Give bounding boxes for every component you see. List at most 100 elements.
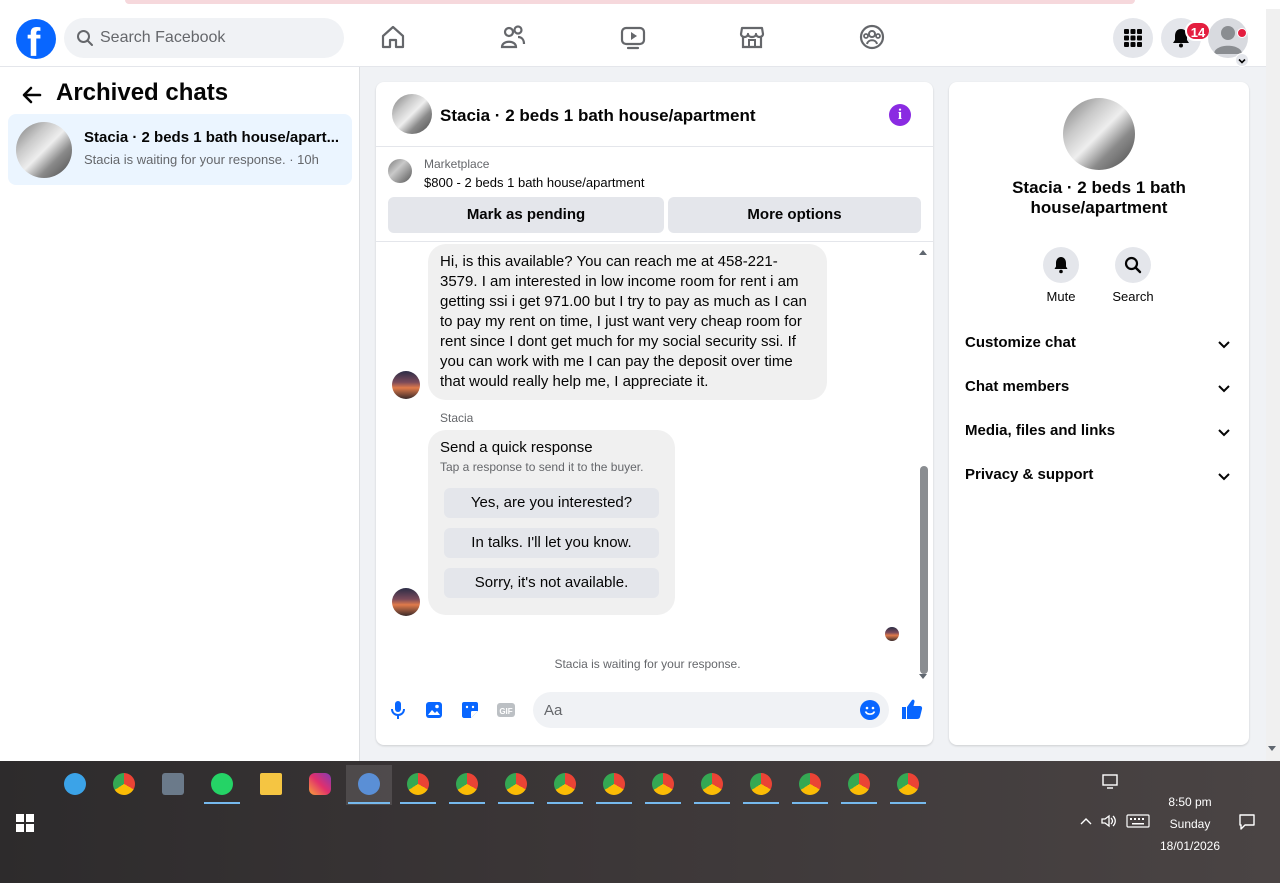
conversation-avatar[interactable] bbox=[392, 94, 432, 134]
mute-button[interactable]: Mute bbox=[1031, 247, 1091, 304]
listing-thumbnail[interactable] bbox=[388, 159, 412, 183]
archived-chats-panel: Archived chats Stacia · 2 beds 1 bath ho… bbox=[0, 67, 360, 761]
taskbar-app-chrome[interactable] bbox=[104, 765, 144, 805]
taskbar-app-active[interactable] bbox=[346, 765, 392, 805]
thumbs-up-icon[interactable] bbox=[900, 697, 924, 721]
taskbar-app-calculator[interactable] bbox=[153, 765, 193, 805]
clock-time: 8:50 pm bbox=[1168, 795, 1212, 809]
browser-tab-strip bbox=[125, 0, 1135, 4]
taskbar-app-chrome-profile[interactable] bbox=[790, 765, 830, 805]
page-scroll-down-arrow-icon[interactable] bbox=[1268, 746, 1276, 751]
customize-chat-row[interactable]: Customize chat bbox=[957, 322, 1241, 366]
microphone-icon[interactable] bbox=[387, 699, 409, 721]
clock-day: Sunday bbox=[1169, 817, 1211, 831]
sender-avatar[interactable] bbox=[392, 588, 420, 616]
marketplace-icon[interactable] bbox=[738, 23, 766, 51]
grid-icon bbox=[1124, 29, 1142, 47]
taskbar-app-chrome-profile[interactable] bbox=[839, 765, 879, 805]
chevron-down-icon bbox=[1218, 429, 1230, 437]
taskbar-app-whatsapp[interactable] bbox=[202, 765, 242, 805]
quick-reply-button[interactable]: In talks. I'll let you know. bbox=[444, 528, 659, 558]
section-label: Chat members bbox=[965, 378, 1070, 395]
taskbar-app-chrome-profile[interactable] bbox=[692, 765, 732, 805]
mute-label: Mute bbox=[1046, 289, 1076, 304]
taskbar-app-chrome-profile[interactable] bbox=[398, 765, 438, 805]
chat-avatar bbox=[16, 122, 72, 178]
quick-response-title: Send a quick response bbox=[440, 439, 593, 456]
message-composer: GIF bbox=[376, 677, 933, 745]
more-options-button[interactable]: More options bbox=[668, 197, 921, 233]
taskbar-app-chrome-profile[interactable] bbox=[643, 765, 683, 805]
search-label: Search bbox=[1112, 289, 1154, 304]
volume-icon[interactable] bbox=[1100, 814, 1118, 828]
facebook-logo[interactable]: f bbox=[16, 19, 56, 65]
message-input[interactable] bbox=[533, 692, 889, 728]
emoji-icon[interactable] bbox=[860, 700, 880, 720]
message-area: Hi, is this available? You can reach me … bbox=[376, 242, 933, 679]
page-scrollbar[interactable] bbox=[1266, 9, 1280, 761]
conversation-details-panel: Stacia · 2 beds 1 bath house/apartment M… bbox=[949, 82, 1249, 745]
details-avatar[interactable] bbox=[1063, 98, 1135, 170]
chat-preview: Stacia is waiting for your response. · 1… bbox=[84, 152, 319, 167]
taskbar-app-chrome-profile[interactable] bbox=[447, 765, 487, 805]
search-in-chat-button[interactable]: Search bbox=[1103, 247, 1163, 304]
video-icon[interactable] bbox=[619, 23, 647, 51]
conversation-header: Stacia · 2 beds 1 bath house/apartment i bbox=[376, 82, 933, 147]
seen-indicator-avatar bbox=[885, 627, 899, 641]
friends-icon[interactable] bbox=[499, 23, 527, 51]
sender-name: Stacia bbox=[440, 411, 474, 425]
search-input[interactable] bbox=[100, 18, 330, 58]
browser-strip bbox=[0, 0, 1280, 9]
page-title: Archived chats bbox=[56, 79, 229, 106]
section-label: Media, files and links bbox=[965, 422, 1116, 439]
profile-menu-chevron[interactable] bbox=[1235, 53, 1249, 67]
privacy-support-row[interactable]: Privacy & support bbox=[957, 454, 1241, 498]
menu-grid-button[interactable] bbox=[1113, 18, 1153, 58]
taskbar-app-chrome-profile[interactable] bbox=[594, 765, 634, 805]
quick-response-card: Send a quick response Tap a response to … bbox=[428, 430, 675, 615]
taskbar-app-chrome-profile[interactable] bbox=[741, 765, 781, 805]
info-icon[interactable]: i bbox=[889, 104, 911, 126]
gif-icon[interactable]: GIF bbox=[495, 699, 517, 721]
taskbar-app-file-explorer[interactable] bbox=[251, 765, 291, 805]
conversation-title[interactable]: Stacia · 2 beds 1 bath house/apartment bbox=[440, 106, 756, 126]
back-arrow-icon[interactable] bbox=[20, 83, 44, 107]
chevron-up-icon[interactable] bbox=[1079, 816, 1093, 826]
chevron-down-icon bbox=[1218, 473, 1230, 481]
profile-avatar[interactable] bbox=[1208, 18, 1248, 58]
scrollbar-thumb[interactable] bbox=[920, 466, 928, 674]
scroll-up-arrow-icon[interactable] bbox=[919, 250, 927, 255]
chat-name: Stacia · 2 beds 1 bath house/apart... bbox=[84, 129, 340, 146]
clock-date: 18/01/2026 bbox=[1159, 839, 1221, 853]
quick-reply-button[interactable]: Sorry, it's not available. bbox=[444, 568, 659, 598]
facebook-header: f 14 bbox=[0, 9, 1266, 67]
notification-center-icon[interactable] bbox=[1238, 813, 1256, 831]
system-clock[interactable]: 8:50 pm Sunday 18/01/2026 bbox=[1150, 791, 1230, 857]
windows-start-icon[interactable] bbox=[16, 814, 34, 832]
chevron-down-icon bbox=[1218, 385, 1230, 393]
taskbar-app-chrome-profile[interactable] bbox=[496, 765, 536, 805]
search-box[interactable] bbox=[64, 18, 344, 58]
chat-list-item[interactable]: Stacia · 2 beds 1 bath house/apart... St… bbox=[8, 114, 352, 185]
sticker-icon[interactable] bbox=[459, 699, 481, 721]
mark-pending-button[interactable]: Mark as pending bbox=[388, 197, 664, 233]
taskbar-app-chrome-profile[interactable] bbox=[545, 765, 585, 805]
sender-avatar[interactable] bbox=[392, 371, 420, 399]
media-files-links-row[interactable]: Media, files and links bbox=[957, 410, 1241, 454]
conversation-panel: Stacia · 2 beds 1 bath house/apartment i… bbox=[376, 82, 933, 745]
taskbar-app-chrome-profile[interactable] bbox=[888, 765, 928, 805]
photo-icon[interactable] bbox=[423, 699, 445, 721]
keyboard-icon[interactable] bbox=[1126, 814, 1150, 828]
taskbar-app-instagram[interactable] bbox=[300, 765, 340, 805]
listing-title[interactable]: $800 - 2 beds 1 bath house/apartment bbox=[424, 175, 644, 190]
taskbar-app-dropbox[interactable] bbox=[55, 765, 95, 805]
groups-icon[interactable] bbox=[858, 23, 886, 51]
bell-icon bbox=[1054, 257, 1068, 274]
chat-members-row[interactable]: Chat members bbox=[957, 366, 1241, 410]
profile-status-dot bbox=[1237, 28, 1247, 38]
message-scrollbar[interactable] bbox=[919, 250, 928, 679]
home-icon[interactable] bbox=[379, 23, 407, 51]
desktop-display-icon[interactable] bbox=[1101, 774, 1119, 790]
quick-reply-button[interactable]: Yes, are you interested? bbox=[444, 488, 659, 518]
search-icon bbox=[77, 30, 93, 46]
